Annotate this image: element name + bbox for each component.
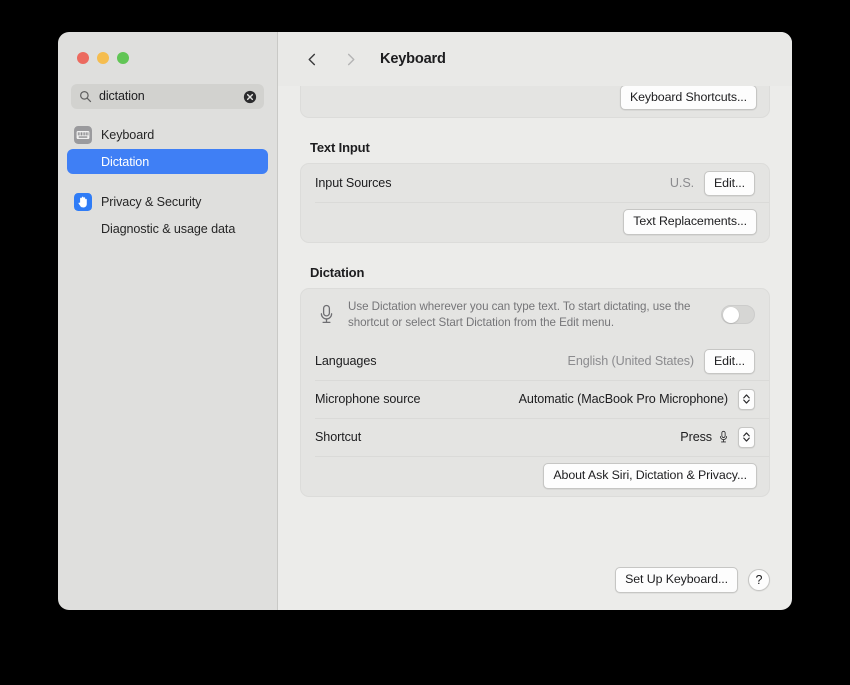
page-title: Keyboard xyxy=(380,51,446,67)
shortcut-row: Shortcut Press xyxy=(301,418,769,456)
microphone-icon xyxy=(718,430,729,444)
sidebar-item-privacy-security[interactable]: Privacy & Security xyxy=(67,189,268,214)
back-button[interactable] xyxy=(300,47,324,71)
input-sources-row: Input Sources U.S. Edit... xyxy=(301,164,769,202)
text-replacements-row: Text Replacements... xyxy=(301,202,769,241)
dictation-description: Use Dictation wherever you can type text… xyxy=(348,299,691,329)
input-sources-label: Input Sources xyxy=(315,176,392,191)
sidebar-item-dictation[interactable]: Dictation xyxy=(67,149,268,174)
chevron-updown-icon xyxy=(743,394,750,405)
sidebar: dictation Keyboard Dictation Privacy & S… xyxy=(58,32,278,610)
toggle-knob xyxy=(723,307,739,324)
microphone-icon xyxy=(315,304,337,325)
privacy-info-row: About Ask Siri, Dictation & Privacy... xyxy=(301,456,769,495)
text-input-card: Input Sources U.S. Edit... Text Replacem… xyxy=(300,163,770,243)
input-sources-edit-button[interactable]: Edit... xyxy=(704,170,755,196)
shortcut-label: Shortcut xyxy=(315,430,362,445)
set-up-keyboard-button[interactable]: Set Up Keyboard... xyxy=(615,567,738,593)
languages-row: Languages English (United States) Edit..… xyxy=(301,342,769,380)
microphone-source-label: Microphone source xyxy=(315,392,421,407)
dictation-card: Use Dictation wherever you can type text… xyxy=(300,287,770,497)
input-sources-value: U.S. xyxy=(669,176,695,191)
keyboard-card: Keyboard Shortcuts... xyxy=(300,86,770,119)
search-icon xyxy=(79,90,92,103)
section-title-dictation: Dictation xyxy=(310,264,365,280)
minimize-button[interactable] xyxy=(97,52,109,64)
toolbar: Keyboard xyxy=(278,32,792,86)
sidebar-item-label: Dictation xyxy=(101,154,150,169)
sidebar-results-list: Keyboard Dictation Privacy & Security Di… xyxy=(58,109,277,610)
sidebar-item-label: Keyboard xyxy=(101,127,155,142)
microphone-source-value: Automatic (MacBook Pro Microphone) xyxy=(518,392,728,407)
help-button[interactable]: ? xyxy=(748,569,770,591)
search-input[interactable]: dictation xyxy=(99,90,243,103)
shortcut-value: Press xyxy=(680,430,712,445)
clear-icon[interactable] xyxy=(243,90,257,104)
search-field[interactable]: dictation xyxy=(71,84,264,109)
sidebar-item-label: Privacy & Security xyxy=(101,194,202,209)
chevron-updown-icon xyxy=(743,432,750,443)
sidebar-group-separator xyxy=(67,175,268,189)
keyboard-shortcuts-row: Keyboard Shortcuts... xyxy=(301,86,769,117)
dictation-toggle-row: Use Dictation wherever you can type text… xyxy=(301,289,769,343)
question-mark-icon: ? xyxy=(755,573,763,587)
chevron-right-icon xyxy=(347,53,354,65)
zoom-button[interactable] xyxy=(117,52,129,64)
dictation-toggle[interactable] xyxy=(721,305,755,325)
keyboard-icon xyxy=(74,125,92,144)
settings-window: dictation Keyboard Dictation Privacy & S… xyxy=(58,32,792,610)
languages-value: English (United States) xyxy=(567,354,695,369)
close-button[interactable] xyxy=(77,52,89,64)
window-controls xyxy=(58,32,277,84)
forward-button[interactable] xyxy=(338,47,362,71)
content-pane: Keyboard Keyboard Shortcuts... Text Inpu… xyxy=(278,32,792,610)
sidebar-item-keyboard[interactable]: Keyboard xyxy=(67,122,268,147)
sidebar-item-label: Diagnostic & usage data xyxy=(101,221,236,236)
keyboard-shortcuts-button[interactable]: Keyboard Shortcuts... xyxy=(619,86,757,111)
section-title-text-input: Text Input xyxy=(310,140,370,156)
microphone-source-stepper[interactable] xyxy=(738,388,755,410)
sidebar-item-diagnostic-usage-data[interactable]: Diagnostic & usage data xyxy=(67,216,268,241)
settings-scroll-area[interactable]: Keyboard Shortcuts... Text Input Input S… xyxy=(278,86,792,558)
chevron-left-icon xyxy=(308,53,315,65)
search-container: dictation xyxy=(58,84,277,109)
about-ask-siri-privacy-button[interactable]: About Ask Siri, Dictation & Privacy... xyxy=(543,463,757,489)
footer: Set Up Keyboard... ? xyxy=(278,558,792,610)
hand-icon xyxy=(74,192,92,211)
text-replacements-button[interactable]: Text Replacements... xyxy=(623,209,757,235)
languages-label: Languages xyxy=(315,354,377,369)
shortcut-stepper[interactable] xyxy=(738,426,755,448)
languages-edit-button[interactable]: Edit... xyxy=(704,348,755,375)
microphone-source-row: Microphone source Automatic (MacBook Pro… xyxy=(301,380,769,418)
